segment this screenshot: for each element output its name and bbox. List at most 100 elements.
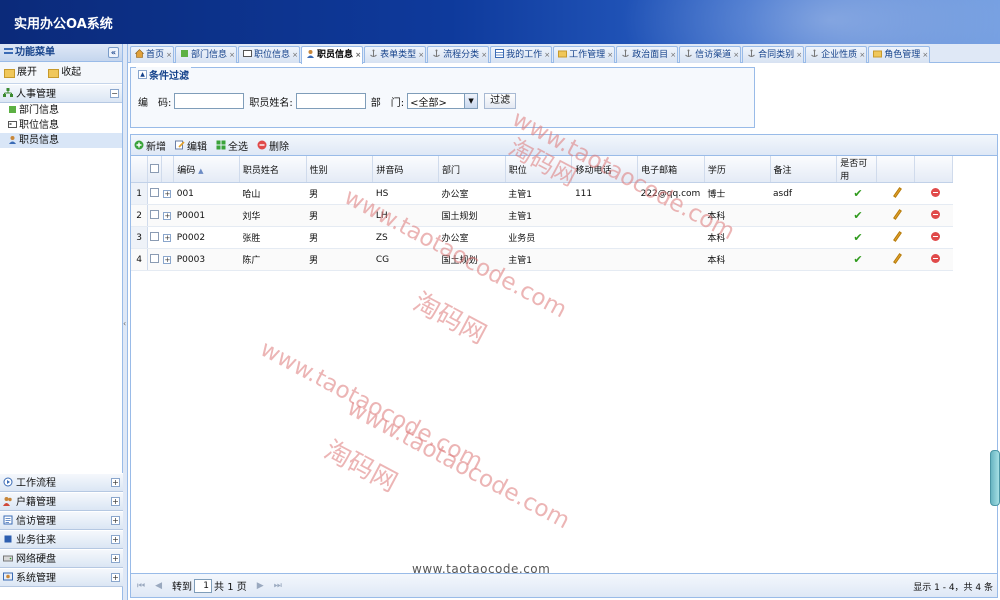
group-toggle[interactable]: + bbox=[111, 535, 120, 544]
row-checkbox-cell[interactable] bbox=[147, 248, 162, 271]
row-checkbox-cell[interactable] bbox=[147, 182, 162, 205]
row-checkbox[interactable] bbox=[150, 188, 160, 197]
column-header-code[interactable]: 编码 ▲ bbox=[173, 156, 240, 183]
column-header-gender[interactable]: 性别 bbox=[306, 156, 374, 183]
cell-delete[interactable] bbox=[914, 182, 953, 205]
tab-flow-category[interactable]: 流程分类 × bbox=[427, 46, 490, 63]
page-number-input[interactable]: 1 bbox=[194, 578, 213, 593]
column-header-dept[interactable]: 部门 bbox=[438, 156, 506, 183]
cell-edit[interactable] bbox=[876, 204, 915, 227]
group-toggle[interactable]: + bbox=[111, 478, 120, 487]
group-toggle[interactable]: − bbox=[110, 89, 119, 98]
delete-button[interactable]: 删除 bbox=[257, 138, 289, 153]
close-icon[interactable]: × bbox=[166, 47, 172, 63]
row-expander-cell[interactable]: + bbox=[161, 204, 174, 227]
expand-plus-icon[interactable]: + bbox=[163, 211, 172, 220]
cell-edit[interactable] bbox=[876, 226, 915, 249]
tab-enterprise-type[interactable]: 企业性质 × bbox=[805, 46, 868, 63]
sidebar-collapse-button[interactable]: « bbox=[108, 47, 119, 58]
close-icon[interactable]: × bbox=[796, 47, 802, 63]
table-row[interactable]: 2 + P0001 刘华 男 LH 国土规划 主管1 本科 ✔ bbox=[131, 204, 953, 227]
chevron-down-icon[interactable]: ▼ bbox=[464, 94, 478, 108]
tab-home[interactable]: 首页 × bbox=[130, 46, 175, 63]
table-row[interactable]: 4 + P0003 陈广 男 CG 国土规划 主管1 本科 ✔ bbox=[131, 248, 953, 271]
column-header-remark[interactable]: 备注 bbox=[770, 156, 838, 183]
name-input[interactable] bbox=[295, 93, 366, 109]
row-checkbox[interactable] bbox=[150, 210, 160, 219]
tab-political[interactable]: 政治面目 × bbox=[616, 46, 679, 63]
column-header-name[interactable]: 职员姓名 bbox=[239, 156, 307, 183]
column-header-education[interactable]: 学历 bbox=[704, 156, 771, 183]
new-button[interactable]: 新增 bbox=[134, 138, 166, 153]
delete-circle-icon[interactable] bbox=[930, 187, 940, 197]
close-icon[interactable]: × bbox=[733, 47, 739, 63]
delete-circle-icon[interactable] bbox=[930, 253, 940, 263]
close-icon[interactable]: × bbox=[859, 47, 865, 63]
prev-page-button[interactable]: ◀ bbox=[155, 581, 162, 591]
dept-select[interactable]: <全部> ▼ bbox=[407, 93, 479, 109]
close-icon[interactable]: × bbox=[670, 47, 676, 63]
close-icon[interactable]: × bbox=[292, 47, 298, 63]
chevron-left-icon[interactable]: ‹ bbox=[123, 319, 126, 328]
tab-form-type[interactable]: 表单类型 × bbox=[364, 46, 427, 63]
pencil-icon[interactable] bbox=[892, 252, 902, 264]
pencil-icon[interactable] bbox=[892, 230, 902, 242]
cell-delete[interactable] bbox=[914, 248, 953, 271]
tab-petition-channel[interactable]: 信访渠道 × bbox=[679, 46, 742, 63]
collapse-icon[interactable]: ▲ bbox=[138, 70, 147, 79]
sidebar-item-department[interactable]: 部门信息 bbox=[0, 103, 122, 118]
cell-delete[interactable] bbox=[914, 226, 953, 249]
tab-work-manage[interactable]: 工作管理 × bbox=[553, 46, 616, 63]
expand-button[interactable]: 展开 bbox=[4, 62, 37, 84]
sidebar-group-petition[interactable]: 信访管理 + bbox=[0, 511, 123, 530]
close-icon[interactable]: × bbox=[544, 47, 550, 63]
sidebar-group-household[interactable]: 户籍管理 + bbox=[0, 492, 123, 511]
tab-staff[interactable]: 职员信息 × bbox=[301, 46, 364, 64]
tab-contract-type[interactable]: 合同类别 × bbox=[742, 46, 805, 63]
floating-scroll-handle[interactable] bbox=[990, 450, 1000, 506]
row-checkbox-cell[interactable] bbox=[147, 204, 162, 227]
select-all-checkbox-header[interactable] bbox=[147, 156, 162, 183]
row-expander-cell[interactable]: + bbox=[161, 226, 174, 249]
column-header-pinyin[interactable]: 拼音码 bbox=[372, 156, 439, 183]
tab-my-work[interactable]: 我的工作 × bbox=[490, 46, 553, 63]
close-icon[interactable]: × bbox=[607, 47, 613, 63]
cell-edit[interactable] bbox=[876, 248, 915, 271]
next-page-button[interactable]: ▶ bbox=[257, 581, 264, 591]
row-checkbox-cell[interactable] bbox=[147, 226, 162, 249]
code-input[interactable] bbox=[174, 93, 245, 109]
pencil-icon[interactable] bbox=[892, 186, 902, 198]
first-page-button[interactable]: ⏮ bbox=[137, 581, 145, 591]
pencil-icon[interactable] bbox=[892, 208, 902, 220]
sidebar-group-business[interactable]: 业务往来 + bbox=[0, 530, 123, 549]
close-icon[interactable]: × bbox=[418, 47, 424, 63]
cell-delete[interactable] bbox=[914, 204, 953, 227]
tab-role-manage[interactable]: 角色管理 × bbox=[868, 46, 931, 63]
close-icon[interactable]: × bbox=[481, 47, 487, 63]
row-expander-cell[interactable]: + bbox=[161, 248, 174, 271]
filter-button[interactable]: 过滤 bbox=[484, 93, 517, 109]
sidebar-group-system[interactable]: 系统管理 + bbox=[0, 568, 123, 587]
tab-position[interactable]: 职位信息 × bbox=[238, 46, 301, 63]
select-all-button[interactable]: 全选 bbox=[216, 138, 248, 153]
row-expander-cell[interactable]: + bbox=[161, 182, 174, 205]
collapse-all-button[interactable]: 收起 bbox=[48, 62, 81, 84]
expand-plus-icon[interactable]: + bbox=[163, 233, 172, 242]
sidebar-group-netdisk[interactable]: 网络硬盘 + bbox=[0, 549, 123, 568]
header-checkbox[interactable] bbox=[149, 163, 159, 173]
column-header-mobile[interactable]: 移动电话 bbox=[571, 156, 639, 183]
row-checkbox[interactable] bbox=[150, 232, 160, 241]
last-page-button[interactable]: ⏭ bbox=[274, 581, 282, 591]
cell-edit[interactable] bbox=[876, 182, 915, 205]
expand-plus-icon[interactable]: + bbox=[163, 255, 172, 264]
table-row[interactable]: 1 + 001 哈山 男 HS 办公室 主管1 111 222@qq.com 博… bbox=[131, 182, 953, 205]
group-toggle[interactable]: + bbox=[111, 573, 120, 582]
tab-department[interactable]: 部门信息 × bbox=[175, 46, 238, 63]
group-toggle[interactable]: + bbox=[111, 554, 120, 563]
sidebar-item-position[interactable]: 职位信息 bbox=[0, 118, 122, 133]
close-icon[interactable]: × bbox=[229, 47, 235, 63]
filter-legend[interactable]: ▲ 条件过滤 bbox=[136, 67, 191, 82]
close-icon[interactable]: × bbox=[355, 47, 361, 63]
expand-plus-icon[interactable]: + bbox=[163, 189, 172, 198]
group-toggle[interactable]: + bbox=[111, 516, 120, 525]
